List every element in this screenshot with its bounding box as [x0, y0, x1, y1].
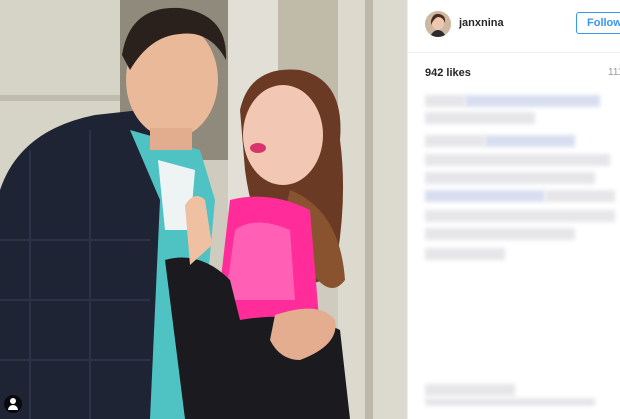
follow-button[interactable]: Follow	[576, 12, 620, 34]
post-header: janxnina Follow	[408, 0, 620, 53]
blurred-caption	[423, 90, 620, 270]
blurred-line	[425, 112, 535, 124]
blurred-line	[425, 95, 465, 107]
username-link[interactable]: janxnina	[459, 17, 504, 29]
post-photo[interactable]	[0, 0, 407, 419]
blurred-line	[425, 190, 545, 202]
blurred-line	[425, 154, 610, 166]
photo-image	[0, 0, 407, 419]
blurred-line	[485, 135, 575, 147]
blurred-line	[425, 228, 575, 240]
likes-count[interactable]: 942 likes	[425, 67, 471, 79]
blurred-line	[545, 190, 615, 202]
blurred-line	[425, 248, 505, 260]
post-side-panel: janxnina Follow 942 likes 111w	[407, 0, 620, 419]
blurred-comment-area	[423, 380, 620, 410]
avatar[interactable]	[425, 11, 451, 37]
blurred-line	[425, 384, 515, 396]
blurred-line	[425, 398, 595, 406]
blurred-line	[425, 135, 485, 147]
blurred-line	[425, 210, 615, 222]
blurred-line	[425, 172, 595, 184]
post-timestamp[interactable]: 111w	[608, 67, 620, 78]
avatar-image	[425, 11, 451, 37]
blurred-line	[465, 95, 600, 107]
user-tag-icon[interactable]	[4, 395, 22, 413]
